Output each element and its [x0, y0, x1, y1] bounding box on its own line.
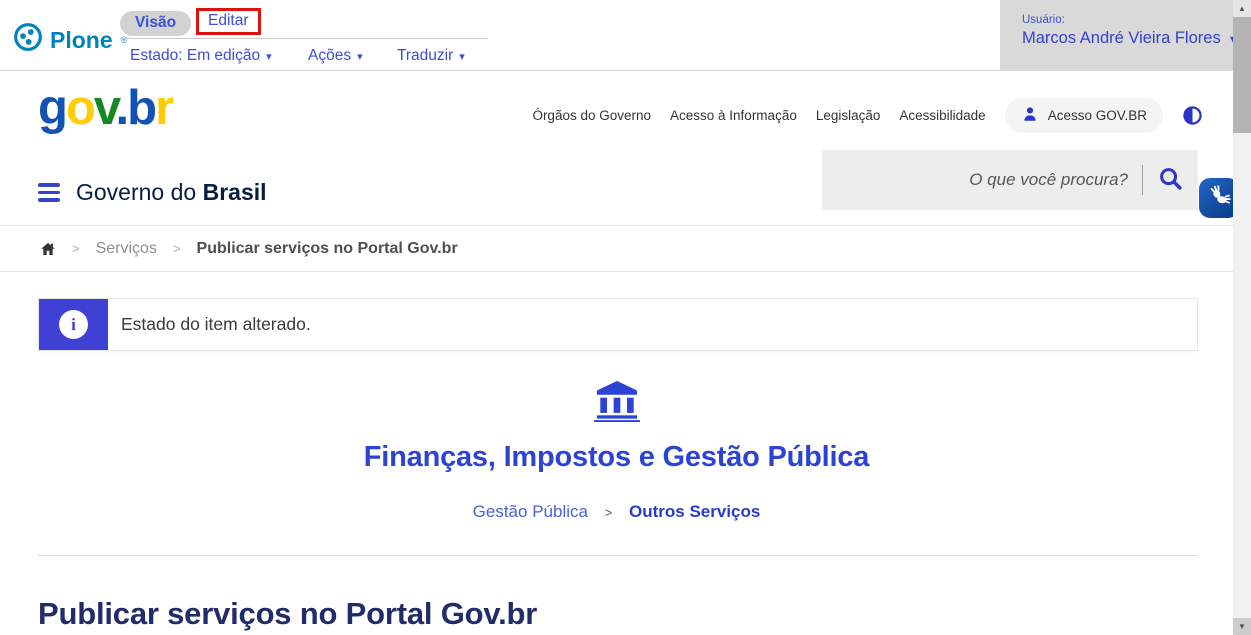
contrast-toggle-icon[interactable]	[1182, 105, 1203, 126]
user-label: Usuário:	[1022, 14, 1233, 26]
nav-link-acessibilidade[interactable]: Acessibilidade	[899, 108, 985, 123]
breadcrumb-item-current: Publicar serviços no Portal Gov.br	[197, 240, 458, 258]
content-divider	[38, 555, 1198, 556]
nav-link-acesso-a-informacao[interactable]: Acesso à Informação	[670, 108, 797, 123]
category-title: Finanças, Impostos e Gestão Pública	[0, 441, 1233, 474]
tab-edit[interactable]: Editar	[196, 8, 261, 35]
plone-logo-text: Plone	[50, 27, 113, 54]
chevron-down-icon: ▾	[459, 51, 465, 63]
menu-translate[interactable]: Traduzir ▾	[397, 47, 465, 65]
menu-actions-label: Ações	[308, 47, 351, 64]
breadcrumb-separator: >	[605, 505, 613, 520]
bank-icon	[0, 380, 1233, 427]
login-button[interactable]: Acesso GOV.BR	[1005, 98, 1163, 133]
search-button[interactable]	[1155, 163, 1186, 197]
govbr-logo-letter: o	[66, 81, 94, 135]
menu-translate-label: Traduzir	[397, 47, 453, 64]
alert-icon-box: i	[39, 299, 108, 350]
govbr-logo[interactable]: gov.br	[38, 84, 172, 133]
menu-actions[interactable]: Ações ▾	[308, 47, 363, 65]
govbr-logo-letter: r	[155, 81, 172, 135]
govbr-logo-letter: .	[116, 81, 128, 135]
login-label: Acesso GOV.BR	[1048, 108, 1147, 123]
home-icon[interactable]	[40, 241, 56, 257]
tabs-underline	[120, 38, 488, 39]
menu-workflow-state-label: Estado: Em edição	[130, 47, 260, 64]
tab-view[interactable]: Visão	[120, 11, 191, 36]
site-title-bold: Brasil	[203, 179, 267, 205]
menu-workflow-state[interactable]: Estado: Em edição ▾	[130, 47, 272, 65]
plone-logo[interactable]: Plone ®	[13, 22, 127, 58]
govbr-logo-letter: b	[127, 81, 155, 135]
plone-logo-icon	[13, 22, 43, 58]
govbr-logo-letter: v	[94, 81, 116, 135]
nav-link-legislacao[interactable]: Legislação	[816, 108, 881, 123]
user-menu[interactable]: Usuário: Marcos André Vieira Flores▼	[1000, 0, 1233, 71]
scrollbar-thumb[interactable]	[1233, 17, 1251, 133]
search-input[interactable]	[848, 170, 1128, 190]
hamburger-menu-icon[interactable]	[38, 183, 60, 202]
breadcrumb: > Serviços > Publicar serviços no Portal…	[0, 226, 1251, 272]
chevron-down-icon: ▾	[266, 51, 272, 63]
govbr-logo-letter: g	[38, 81, 66, 135]
search-bar	[822, 150, 1198, 210]
breadcrumb-separator: >	[173, 241, 181, 256]
scroll-down-button[interactable]: ▼	[1233, 618, 1251, 635]
sign-language-hands-icon	[1206, 183, 1232, 214]
scroll-up-button[interactable]: ▲	[1233, 0, 1251, 17]
info-icon: i	[59, 310, 88, 339]
category-parent-link[interactable]: Gestão Pública	[473, 502, 588, 521]
scrollbar[interactable]: ▲ ▼	[1233, 0, 1251, 635]
breadcrumb-separator: >	[72, 241, 80, 256]
header-nav: Órgãos do Governo Acesso à Informação Le…	[532, 98, 1203, 133]
plone-logo-mark: ®	[121, 35, 128, 45]
status-alert: i Estado do item alterado.	[38, 298, 1198, 351]
alert-message: Estado do item alterado.	[121, 314, 311, 335]
user-icon	[1021, 105, 1039, 126]
user-name: Marcos André Vieira Flores	[1022, 29, 1221, 47]
site-title-row: Governo do Brasil	[38, 179, 267, 206]
chevron-down-icon: ▾	[357, 51, 363, 63]
category-hero: Finanças, Impostos e Gestão Pública Gest…	[0, 380, 1233, 522]
search-icon	[1157, 165, 1184, 195]
site-title: Governo do Brasil	[76, 179, 267, 206]
page-title: Publicar serviços no Portal Gov.br	[38, 596, 537, 632]
nav-link-orgaos-do-governo[interactable]: Órgãos do Governo	[532, 108, 651, 123]
search-divider	[1142, 165, 1143, 195]
site-title-regular: Governo do	[76, 179, 196, 205]
plone-toolbar: Plone ® Visão Editar Estado: Em edição ▾ A…	[0, 0, 1251, 71]
screen: Plone ® Visão Editar Estado: Em edição ▾ A…	[0, 0, 1251, 635]
breadcrumb-item-servicos[interactable]: Serviços	[96, 240, 157, 258]
category-current-link[interactable]: Outros Serviços	[629, 502, 760, 521]
category-breadcrumb: Gestão Pública > Outros Serviços	[0, 502, 1233, 522]
